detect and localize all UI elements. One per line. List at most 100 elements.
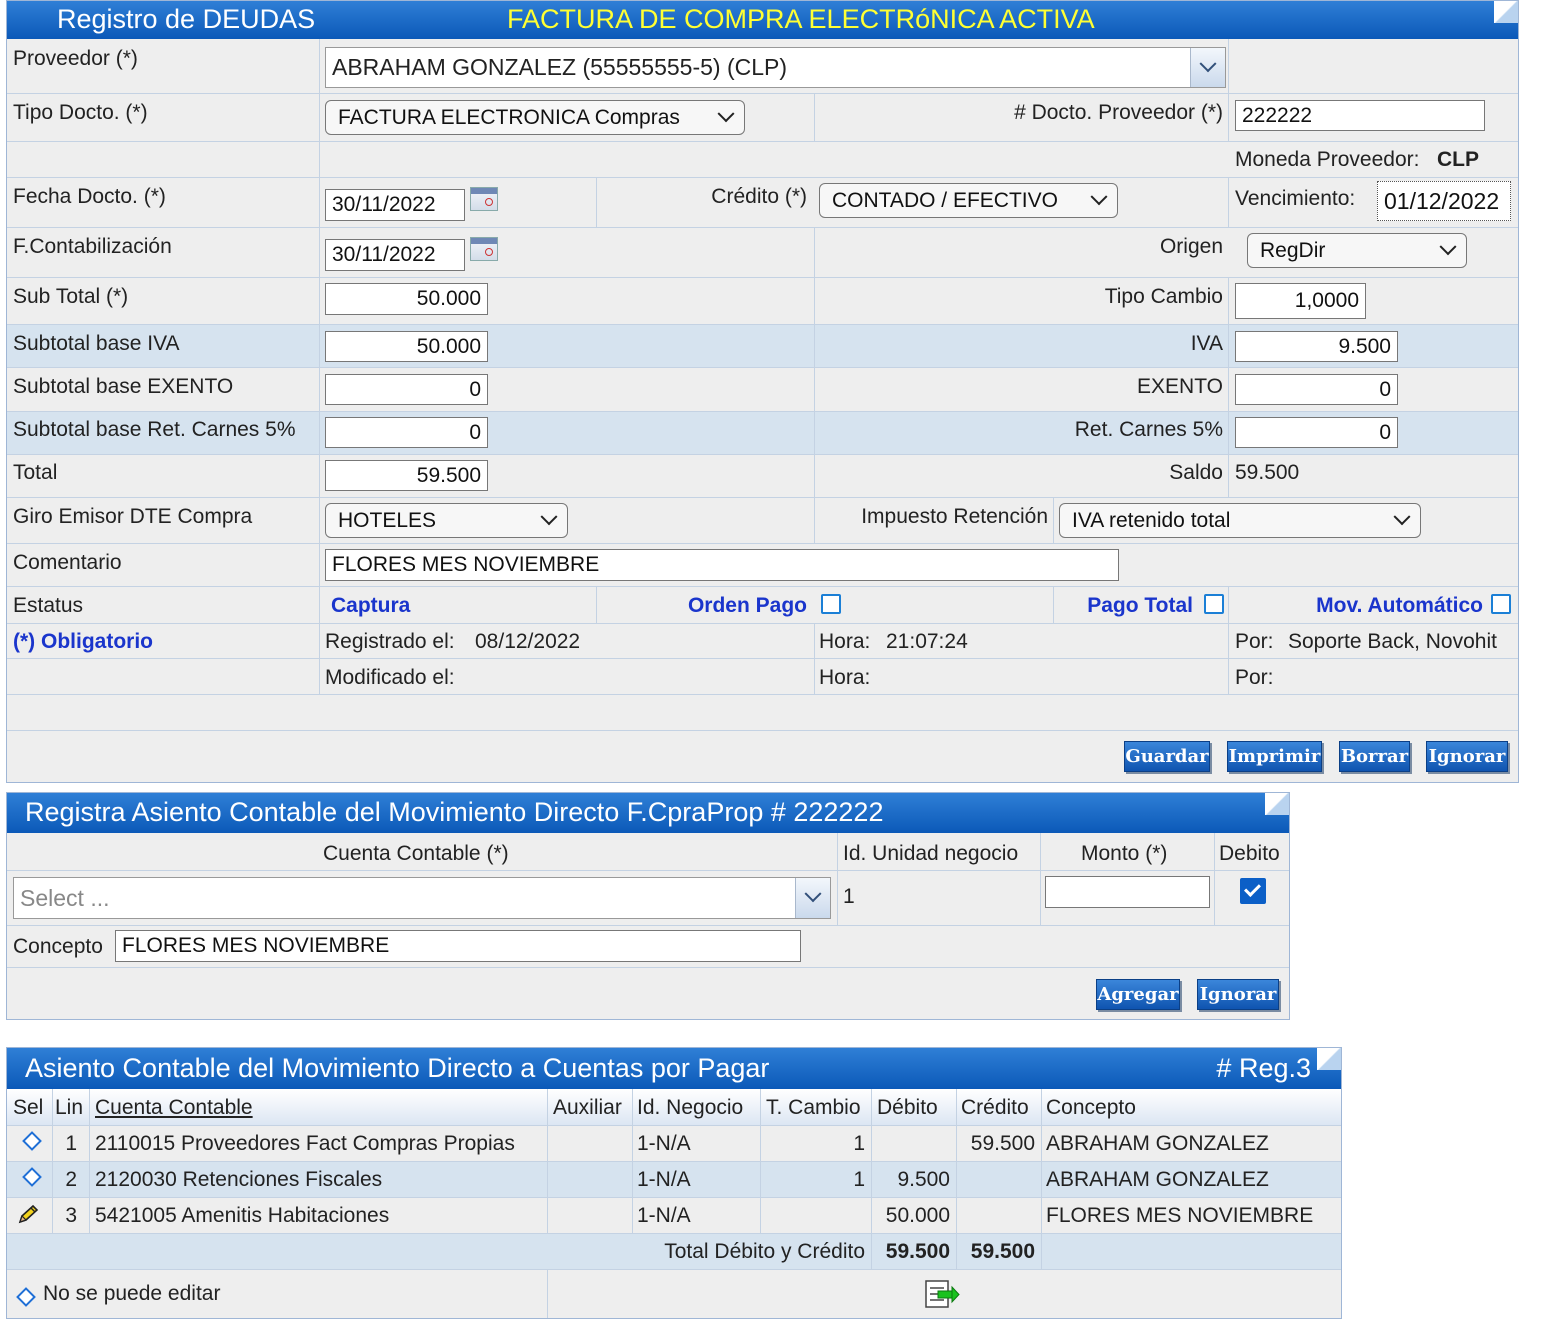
th-concepto: Concepto [1046, 1096, 1136, 1119]
mov-auto-label: Mov. Automático [1316, 594, 1483, 617]
deudas-header: Registro de DEUDAS FACTURA DE COMPRA ELE… [7, 1, 1518, 39]
chevron-down-icon [804, 885, 822, 903]
row3-concepto: FLORES MES NOVIEMBRE [1046, 1204, 1314, 1227]
credito-select[interactable]: CONTADO / EFECTIVO [819, 183, 1118, 218]
carnes-input[interactable] [1235, 417, 1398, 448]
chevron-down-icon [1393, 507, 1411, 525]
row3-lin: 3 [65, 1204, 77, 1227]
total-credito: 59.500 [970, 1240, 1035, 1263]
base-iva-label: Subtotal base IVA [13, 332, 180, 355]
chevron-down-icon [1439, 237, 1457, 255]
mov-auto-checkbox[interactable] [1491, 594, 1511, 614]
iva-label: IVA [1190, 332, 1223, 355]
tipo-docto-label: Tipo Docto. (*) [13, 101, 148, 124]
impuesto-ret-select[interactable]: IVA retenido total [1059, 503, 1421, 538]
captura-status: Captura [331, 594, 411, 617]
saldo-label: Saldo [1169, 461, 1223, 484]
pago-total-checkbox[interactable] [1204, 594, 1224, 614]
pencil-icon[interactable] [16, 1204, 40, 1226]
iva-input[interactable] [1235, 331, 1398, 362]
carnes-label: Ret. Carnes 5% [1074, 418, 1223, 441]
calendar-icon[interactable] [470, 187, 498, 211]
base-iva-input[interactable] [325, 331, 488, 362]
saldo-value: 59.500 [1235, 461, 1300, 484]
origen-label: Origen [1159, 235, 1223, 258]
agregar-button[interactable]: Agregar [1096, 979, 1180, 1010]
hora-label: Hora: [819, 630, 871, 653]
por-value: Soporte Back, Novohit [1288, 630, 1497, 653]
obligatorio-note: (*) Obligatorio [13, 630, 153, 653]
concepto-input[interactable] [115, 930, 801, 962]
moneda-label: Moneda Proveedor: [1235, 148, 1420, 171]
giro-label: Giro Emisor DTE Compra [13, 505, 253, 528]
fecha-docto-input[interactable] [325, 189, 465, 221]
proveedor-value: ABRAHAM GONZALEZ (55555555-5) (CLP) [332, 54, 788, 80]
f-contab-input[interactable] [325, 239, 465, 271]
guardar-button[interactable]: Guardar [1124, 741, 1210, 772]
imprimir-button[interactable]: Imprimir [1227, 741, 1322, 772]
credito-value: CONTADO / EFECTIVO [832, 188, 1058, 212]
row2-negocio: 1-N/A [637, 1168, 691, 1191]
th-debito: Débito [877, 1096, 938, 1119]
giro-value: HOTELES [338, 508, 437, 532]
tipo-docto-select[interactable]: FACTURA ELECTRONICA Compras [325, 100, 745, 135]
col-monto-header: Monto (*) [1081, 842, 1168, 865]
monto-input[interactable] [1045, 876, 1210, 908]
ignorar-button[interactable]: Ignorar [1426, 741, 1508, 772]
hora2-label: Hora: [819, 666, 871, 689]
orden-pago-label: Orden Pago [687, 594, 807, 617]
movimiento-title: Asiento Contable del Movimiento Directo … [25, 1053, 770, 1083]
vencimiento-input[interactable] [1377, 181, 1511, 221]
tipo-cambio-input[interactable] [1235, 283, 1366, 319]
comentario-input[interactable] [325, 549, 1119, 581]
pago-total-label: Pago Total [1087, 594, 1193, 617]
total-debito: 59.500 [885, 1240, 950, 1263]
chevron-down-icon [540, 507, 558, 525]
export-icon[interactable] [924, 1278, 960, 1310]
origen-select[interactable]: RegDir [1247, 233, 1467, 268]
subtotal-input[interactable] [325, 283, 488, 315]
exento-input[interactable] [1235, 374, 1398, 405]
asiento-panel: Registra Asiento Contable del Movimiento… [6, 792, 1290, 1020]
proveedor-label: Proveedor (*) [13, 47, 138, 70]
row1-credito: 59.500 [970, 1132, 1035, 1155]
giro-select[interactable]: HOTELES [325, 503, 568, 538]
cuenta-placeholder: Select ... [20, 884, 110, 911]
status-banner: FACTURA DE COMPRA ELECTRóNICA ACTIVA [507, 4, 1095, 34]
header-fold-corner [1265, 793, 1289, 815]
header-fold-corner [1494, 1, 1518, 23]
th-credito: Crédito [961, 1096, 1029, 1119]
tipo-docto-value: FACTURA ELECTRONICA Compras [338, 105, 680, 129]
base-carnes-input[interactable] [325, 417, 488, 448]
th-sel: Sel [13, 1096, 44, 1119]
cuenta-dropdown-button[interactable] [795, 878, 830, 918]
th-cuenta-sort-link[interactable]: Cuenta Contable [95, 1096, 253, 1120]
proveedor-combobox[interactable]: ABRAHAM GONZALEZ (55555555-5) (CLP) [325, 47, 1226, 88]
asiento-header: Registra Asiento Contable del Movimiento… [7, 793, 1289, 833]
credito-label: Crédito (*) [711, 185, 807, 208]
tipo-cambio-label: Tipo Cambio [1104, 285, 1223, 308]
orden-pago-checkbox[interactable] [821, 594, 841, 614]
row2-tcambio: 1 [853, 1168, 865, 1191]
proveedor-dropdown-button[interactable] [1190, 48, 1225, 87]
row1-concepto: ABRAHAM GONZALEZ [1046, 1132, 1269, 1155]
docto-proveedor-input[interactable] [1235, 100, 1485, 131]
borrar-button[interactable]: Borrar [1339, 741, 1410, 772]
por-label: Por: [1235, 630, 1274, 653]
base-exento-label: Subtotal base EXENTO [13, 375, 234, 398]
fecha-docto-label: Fecha Docto. (*) [13, 185, 166, 208]
debito-checkbox[interactable] [1240, 878, 1266, 904]
hora-value: 21:07:24 [886, 630, 968, 653]
th-negocio: Id. Negocio [637, 1096, 744, 1119]
total-input[interactable] [325, 460, 488, 491]
cuenta-contable-combobox[interactable]: Select ... [13, 877, 831, 919]
row2-concepto: ABRAHAM GONZALEZ [1046, 1168, 1269, 1191]
row3-cuenta: 5421005 Amenitis Habitaciones [95, 1204, 390, 1227]
deudas-title: Registro de DEUDAS [57, 4, 316, 34]
calendar-icon[interactable] [470, 237, 498, 261]
asiento-ignorar-button[interactable]: Ignorar [1197, 979, 1279, 1010]
movimiento-header: Asiento Contable del Movimiento Directo … [7, 1048, 1341, 1089]
registrado-value: 08/12/2022 [475, 630, 581, 653]
row1-cuenta: 2110015 Proveedores Fact Compras Propias [95, 1132, 515, 1155]
base-exento-input[interactable] [325, 374, 488, 405]
